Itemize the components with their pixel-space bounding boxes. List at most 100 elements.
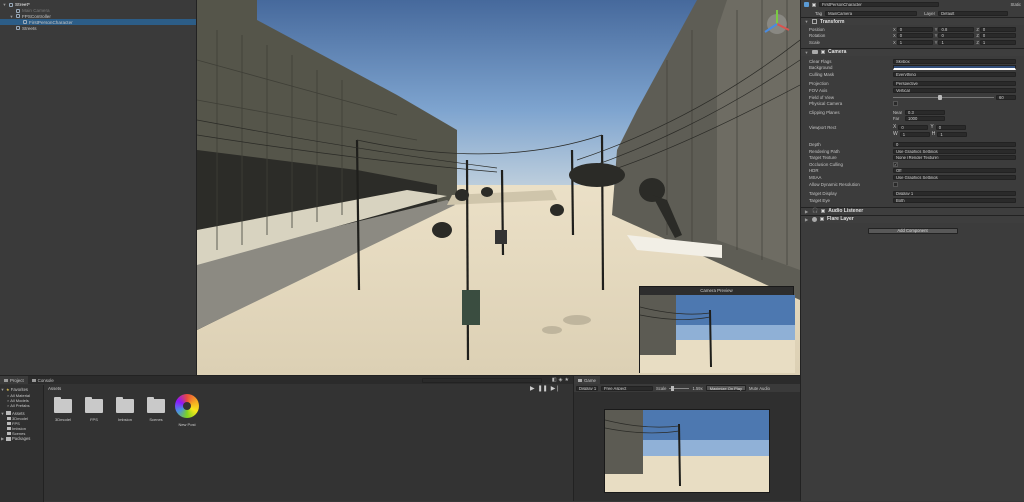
rendering-path-dropdown[interactable]: Use Graphics Settings [893, 148, 1016, 154]
gameobject-icon [16, 14, 20, 19]
packages-folder-icon [6, 436, 11, 441]
viewport-x-field[interactable]: 0 [898, 124, 929, 130]
game-render [605, 410, 769, 492]
layer-dropdown[interactable]: Default [938, 10, 1009, 16]
viewport-w-field[interactable]: 1 [899, 131, 930, 137]
transform-y-field[interactable]: 0 [938, 33, 975, 39]
tag-dropdown[interactable]: MainCamera [825, 10, 918, 16]
audio-listener-checkbox[interactable] [821, 209, 826, 214]
culling-mask-dropdown[interactable]: Everything [893, 71, 1016, 77]
fov-value-field[interactable]: 60 [996, 94, 1016, 100]
scale-slider[interactable] [669, 385, 690, 391]
audio-listener-icon: 🎧 [812, 208, 819, 215]
gameobject-icon [804, 2, 809, 7]
occlusion-culling-checkbox[interactable]: ✓ [893, 161, 898, 167]
fov-slider[interactable] [893, 94, 994, 100]
tag-label: Tag [815, 10, 823, 16]
object-name-field[interactable]: FirstPersonCharacter [819, 2, 939, 7]
project-tab-icon [4, 378, 8, 382]
asset-item[interactable]: FPS [79, 397, 109, 427]
folder-icon [7, 432, 11, 435]
filter-icon[interactable]: ◧ [552, 377, 557, 383]
asset-item[interactable]: 3Dmodel [48, 397, 78, 427]
pause-icon[interactable]: ❚❚ [538, 385, 548, 392]
audio-listener-header[interactable]: ▶ 🎧 Audio Listener [801, 206, 1024, 215]
transform-z-field[interactable]: 0 [979, 33, 1017, 39]
physical-camera-checkbox[interactable] [893, 101, 898, 107]
assets-folder-icon [6, 411, 11, 416]
static-checkbox[interactable]: Static [1011, 2, 1021, 7]
target-display-dropdown[interactable]: Display 1 [893, 191, 1016, 197]
transform-y-field[interactable]: 1 [938, 39, 975, 45]
aspect-dropdown[interactable]: Free Aspect [601, 385, 653, 391]
hierarchy-item[interactable]: Streets [0, 25, 196, 31]
transform-z-field[interactable]: 1 [979, 39, 1017, 45]
asset-item[interactable]: New Post [172, 394, 202, 427]
expand-arrow-icon[interactable]: ▼ [2, 2, 7, 7]
transform-x-field[interactable]: 1 [896, 39, 933, 45]
mute-audio-toggle[interactable]: Mute Audio [749, 386, 770, 391]
scene-view[interactable]: Camera Preview [197, 0, 800, 375]
post-process-icon [175, 394, 199, 418]
msaa-dropdown[interactable]: Use Graphics Settings [893, 175, 1016, 181]
asset-item[interactable]: Scenes [141, 397, 171, 427]
folder-icon [7, 422, 11, 425]
near-clip-field[interactable]: 0.3 [905, 109, 945, 115]
fov-axis-dropdown[interactable]: Vertical [893, 87, 1016, 93]
transform-x-field[interactable]: 0 [896, 33, 933, 39]
active-checkbox[interactable] [812, 2, 816, 7]
tab-project[interactable]: Project [0, 376, 28, 384]
game-tab-icon [578, 378, 582, 382]
asset-item[interactable]: Imbsion [110, 397, 140, 427]
dynamic-resolution-checkbox[interactable] [893, 181, 898, 187]
game-view[interactable] [604, 409, 770, 493]
display-dropdown[interactable]: Display 1 [576, 385, 598, 391]
camera-enabled-checkbox[interactable] [821, 50, 825, 55]
expand-arrow-icon[interactable]: ▼ [9, 14, 14, 19]
folder-icon [116, 397, 134, 413]
tab-console[interactable]: Console [28, 376, 58, 384]
far-clip-field[interactable]: 1000 [905, 116, 945, 122]
hdr-dropdown[interactable]: Off [893, 168, 1016, 174]
folder-icon [54, 397, 72, 413]
maximize-on-play-toggle[interactable]: Maximize On Play [705, 385, 746, 391]
clear-flags-dropdown[interactable]: Skybox [893, 58, 1016, 64]
assets-breadcrumb[interactable]: Assets [46, 385, 573, 393]
viewport-h-field[interactable]: 1 [937, 131, 968, 137]
transform-z-field[interactable]: 0 [979, 26, 1017, 32]
step-icon[interactable]: ▶❘ [551, 385, 561, 392]
play-controls: ▶ ❚❚ ▶❘ [530, 385, 560, 392]
scale-label: Scale [656, 385, 667, 391]
target-texture-field[interactable]: None (Render Texture) [893, 155, 1016, 161]
transform-x-field[interactable]: 0 [896, 26, 933, 32]
gameobject-icon [23, 20, 27, 25]
transform-y-field[interactable]: 0.8 [938, 26, 975, 32]
camera-preview-title: Camera Preview [700, 288, 733, 293]
add-component-button[interactable]: Add Component [867, 227, 958, 234]
flare-layer-header[interactable]: ▶ Flare Layer [801, 214, 1024, 223]
background-color-field[interactable] [893, 65, 1016, 71]
gameobject-icon [16, 26, 20, 31]
star-icon[interactable]: ★ [565, 377, 569, 383]
transform-row-label: Position [809, 26, 825, 32]
tab-game[interactable]: Game [574, 376, 600, 384]
transform-header[interactable]: ▼ Transform [801, 17, 1024, 25]
depth-field[interactable]: 0 [893, 142, 1016, 148]
flare-layer-icon [812, 216, 817, 222]
play-icon[interactable]: ▶ [530, 385, 535, 392]
console-tab-icon [31, 378, 36, 382]
favorites-star-icon: ★ [6, 387, 10, 393]
flare-layer-checkbox[interactable] [820, 217, 824, 222]
target-eye-dropdown[interactable]: Both [893, 197, 1016, 203]
camera-icon [812, 50, 818, 55]
projection-dropdown[interactable]: Perspective [893, 81, 1016, 87]
hierarchy-panel: ▼ Street* Main Camera ▼ FPSController FirstPe… [0, 0, 197, 375]
transform-row-label: Scale [809, 39, 820, 45]
game-panel: Game Display 1 Free Aspect Scale 1.59x M… [573, 375, 800, 501]
label-icon[interactable]: ◈ [559, 377, 563, 383]
camera-header[interactable]: ▼ Camera [801, 47, 1024, 56]
transform-icon [812, 19, 817, 24]
project-search-input[interactable] [421, 377, 542, 383]
viewport-y-field[interactable]: 0 [935, 124, 966, 130]
gameobject-icon [9, 2, 13, 7]
